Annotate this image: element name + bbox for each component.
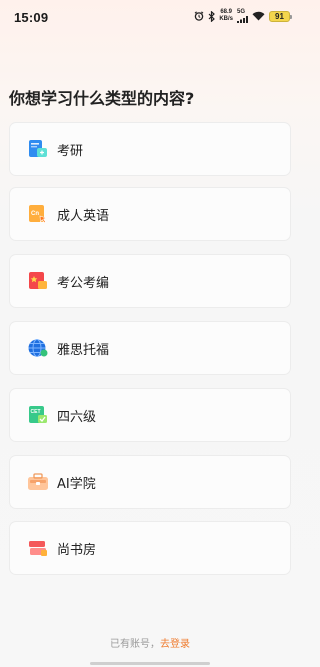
adult-english-icon: Cn (27, 203, 49, 225)
bluetooth-icon (208, 10, 216, 22)
option-cet[interactable]: CET 四六级 (9, 388, 291, 442)
network-speed-unit: KB/s (219, 16, 233, 22)
option-label: 考公考编 (57, 275, 110, 291)
wifi-icon (252, 11, 265, 21)
bookshelf-icon (27, 537, 49, 559)
option-label: 考研 (57, 143, 84, 159)
option-label: AI学院 (57, 476, 96, 492)
option-label: 成人英语 (57, 208, 110, 224)
home-indicator[interactable] (90, 662, 210, 665)
civil-service-exam-icon (27, 270, 49, 292)
network-speed-value: 68.9 (220, 9, 232, 15)
page-question: 你想学习什么类型的内容? (9, 89, 195, 108)
svg-text:Cn: Cn (31, 211, 39, 217)
postgrad-exam-icon (27, 138, 49, 160)
ielts-toefl-globe-icon (27, 337, 49, 359)
option-label: 四六级 (57, 409, 97, 425)
option-postgrad-exam[interactable]: 考研 (9, 122, 291, 176)
svg-text:CET: CET (31, 409, 41, 415)
network-type: 5G (237, 9, 246, 15)
option-ai-academy[interactable]: AI学院 (9, 455, 291, 509)
option-ielts-toefl[interactable]: 雅思托福 (9, 321, 291, 375)
option-label: 雅思托福 (57, 342, 110, 358)
login-footer: 已有账号，去登录 (0, 635, 300, 650)
option-label: 尚书房 (57, 542, 97, 558)
battery-indicator: 91 (269, 10, 292, 22)
have-account-hint: 已有账号， (110, 639, 160, 650)
login-link[interactable]: 去登录 (160, 639, 190, 650)
cellular-signal-icon: 5G (237, 9, 248, 23)
option-bookshelf[interactable]: 尚书房 (9, 521, 291, 575)
ai-academy-icon (27, 471, 49, 493)
network-speed: 68.9 KB/s (219, 9, 233, 23)
status-bar: 15:09 68.9 KB/s 5G 91 (0, 0, 300, 30)
option-adult-english[interactable]: Cn 成人英语 (9, 187, 291, 241)
system-tray: 68.9 KB/s 5G 91 (194, 8, 292, 24)
cet-icon: CET (27, 404, 49, 426)
option-civil-service-exam[interactable]: 考公考编 (9, 254, 291, 308)
alarm-icon (194, 11, 204, 21)
status-time: 15:09 (14, 10, 49, 25)
